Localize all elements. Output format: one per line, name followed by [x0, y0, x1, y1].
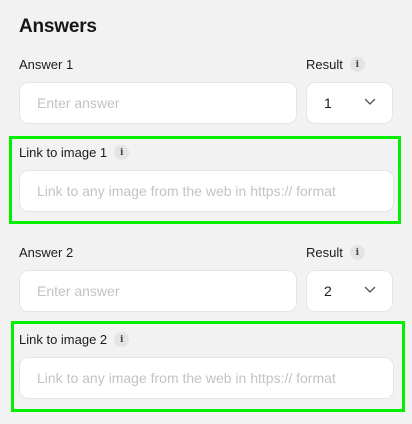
info-icon[interactable]: i: [114, 332, 130, 347]
image-1-placeholder: Link to any image from the web in https:…: [37, 183, 336, 199]
answer-2-placeholder: Enter answer: [37, 283, 120, 299]
answer-1-input[interactable]: Enter answer: [19, 82, 297, 124]
image-2-link-input[interactable]: Link to any image from the web in https:…: [19, 357, 394, 399]
image-2-label-text: Link to image 2: [19, 332, 108, 347]
result-1-label: Result i: [306, 57, 365, 72]
info-icon[interactable]: i: [349, 57, 365, 72]
chevron-down-icon: [364, 98, 376, 105]
answer-1-label: Answer 1: [19, 57, 73, 72]
result-2-select[interactable]: 2: [306, 270, 393, 312]
image-1-link-input[interactable]: Link to any image from the web in https:…: [19, 170, 394, 212]
answer-1-label-text: Answer 1: [19, 57, 74, 72]
answer-2-label-text: Answer 2: [19, 245, 74, 260]
info-icon[interactable]: i: [114, 145, 130, 160]
image-2-placeholder: Link to any image from the web in https:…: [37, 370, 336, 386]
answer-2-label: Answer 2: [19, 245, 73, 260]
result-1-select[interactable]: 1: [306, 82, 393, 124]
answer-2-input[interactable]: Enter answer: [19, 270, 297, 312]
chevron-down-icon: [364, 286, 376, 293]
result-2-value: 2: [324, 283, 332, 299]
info-icon[interactable]: i: [349, 245, 365, 260]
result-2-label: Result i: [306, 245, 365, 260]
image-2-label: Link to image 2 i: [19, 332, 130, 347]
image-1-label: Link to image 1 i: [19, 145, 130, 160]
section-title: Answers: [19, 16, 97, 37]
result-1-label-text: Result: [306, 57, 343, 72]
answer-1-placeholder: Enter answer: [37, 95, 120, 111]
result-2-label-text: Result: [306, 245, 343, 260]
image-1-label-text: Link to image 1: [19, 145, 108, 160]
result-1-value: 1: [324, 95, 332, 111]
